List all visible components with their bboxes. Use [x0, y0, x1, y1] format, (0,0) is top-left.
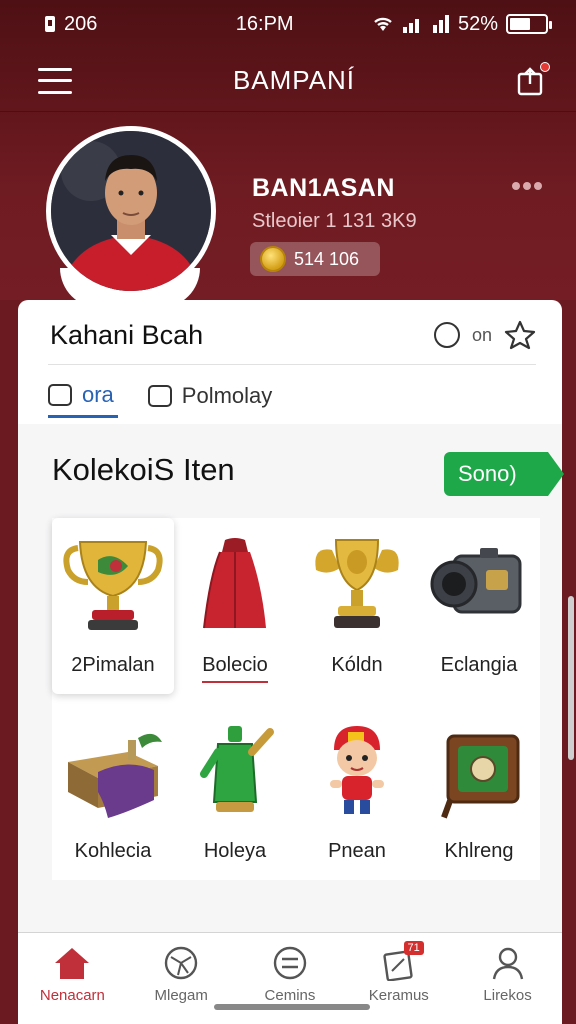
treasure-chest-icon	[68, 733, 162, 818]
item-label: Eclangia	[440, 654, 518, 676]
menu-icon[interactable]	[38, 67, 72, 94]
nav-label: Nenacarn	[39, 987, 105, 1004]
avatar-photo	[51, 131, 211, 291]
grid-item[interactable]: Kohlecia	[52, 704, 174, 880]
item-label: Kohlecia	[74, 840, 152, 862]
profile-name: BAN1ASAN	[252, 174, 395, 202]
signal-icon-2	[432, 15, 449, 33]
card-title: Kahani Bcah	[50, 320, 204, 350]
scrollbar[interactable]	[568, 596, 574, 760]
green-box-icon	[441, 734, 520, 819]
card-action-text[interactable]: on	[472, 325, 492, 346]
nav-menu[interactable]: Cemins	[236, 945, 344, 1004]
circle-icon[interactable]	[433, 322, 460, 348]
app-title: BAMPANÍ	[232, 65, 356, 95]
tab-label: Polmolay	[181, 383, 273, 408]
grid-item[interactable]: Pnean	[296, 704, 418, 880]
menu-circle-icon	[273, 946, 307, 980]
app-bar: BAMPANÍ	[0, 50, 576, 112]
main-card: Kahani Bcah on ora Polmolay KolekoiS Ite…	[18, 300, 564, 1024]
more-options-icon[interactable]	[512, 182, 542, 190]
sim-icon	[45, 16, 55, 32]
side-background-left	[0, 300, 20, 1024]
share-notification-dot	[539, 61, 550, 72]
nav-label: Lirekos	[483, 987, 532, 1004]
tab-label: ora	[82, 381, 114, 407]
red-cloak-icon	[203, 538, 266, 629]
grid-item[interactable]: Holeya	[174, 704, 296, 880]
battery-icon	[506, 14, 552, 34]
card-divider	[48, 364, 536, 365]
status-right: 52%	[372, 12, 552, 36]
card-actions: on	[433, 320, 536, 350]
status-left-text: 206	[64, 12, 98, 35]
home-indicator	[214, 1004, 370, 1010]
grid-item[interactable]: Eclangia	[418, 518, 540, 694]
item-label: 2Pimalan	[71, 654, 155, 676]
avatar[interactable]	[46, 126, 216, 296]
see-all-button[interactable]: Sono)	[444, 452, 564, 496]
bottom-nav: Nenacarn Mlegam Cemins 71 Keramus Lireko…	[18, 932, 562, 1024]
nav-label: Mlegam	[154, 987, 208, 1004]
square-icon	[147, 385, 172, 407]
star-icon[interactable]	[504, 320, 536, 350]
profile-header: BAN1ASAN Stleoier 1 131 3K9 514 106	[0, 118, 576, 308]
nav-notifications[interactable]: 71 Keramus	[345, 941, 453, 1004]
kid-character-icon	[330, 726, 384, 814]
grid-item[interactable]: Kóldn	[296, 518, 418, 694]
nav-ball[interactable]: Mlegam	[127, 945, 235, 1004]
item-label: Pnean	[328, 840, 386, 862]
winged-trophy-icon	[315, 539, 399, 628]
green-figure-icon	[200, 726, 274, 812]
profile-subtitle: Stleoier 1 131 3K9	[252, 210, 417, 232]
status-left: 206	[44, 13, 97, 36]
item-label: Bolecio	[202, 654, 268, 683]
home-icon	[55, 948, 90, 979]
notification-badge: 71	[403, 941, 424, 955]
status-time: 16:PM	[235, 12, 294, 35]
chat-icon	[48, 383, 72, 406]
coin-icon	[260, 246, 286, 272]
item-label: Kóldn	[331, 654, 383, 676]
profile-icon	[492, 947, 523, 980]
grid-item[interactable]: Bolecio	[174, 518, 296, 694]
status-bar: 206 16:PM 52%	[0, 0, 576, 48]
item-grid: 2Pimalan Bolecio Kóldn Eclangia Kohlecia…	[52, 518, 540, 880]
coin-count: 514 106	[294, 248, 360, 269]
nav-home[interactable]: Nenacarn	[18, 945, 126, 1004]
nav-label: Keramus	[368, 987, 429, 1004]
share-button[interactable]	[516, 61, 550, 96]
notification-icon-wrap: 71	[380, 941, 424, 982]
tab-ora[interactable]: ora	[48, 374, 118, 418]
wifi-icon	[374, 17, 392, 31]
gold-trophy-icon	[63, 541, 163, 630]
grid-item[interactable]: 2Pimalan	[52, 518, 174, 694]
section-title: KolekoiS Iten	[52, 452, 235, 487]
grid-item[interactable]: Khlreng	[418, 704, 540, 880]
nav-label: Cemins	[264, 987, 316, 1004]
nav-profile[interactable]: Lirekos	[454, 945, 562, 1004]
battery-percent: 52%	[457, 12, 498, 35]
ball-icon	[164, 946, 198, 980]
card-tabs: ora Polmolay	[48, 374, 272, 418]
item-label: Khlreng	[444, 840, 514, 862]
coin-badge: 514 106	[250, 242, 380, 276]
item-label: Holeya	[203, 840, 267, 862]
signal-icon	[402, 19, 419, 33]
camera-icon	[430, 548, 522, 614]
tab-polmolay[interactable]: Polmolay	[147, 374, 273, 418]
card-header: Kahani Bcah on ora Polmolay	[18, 300, 562, 424]
